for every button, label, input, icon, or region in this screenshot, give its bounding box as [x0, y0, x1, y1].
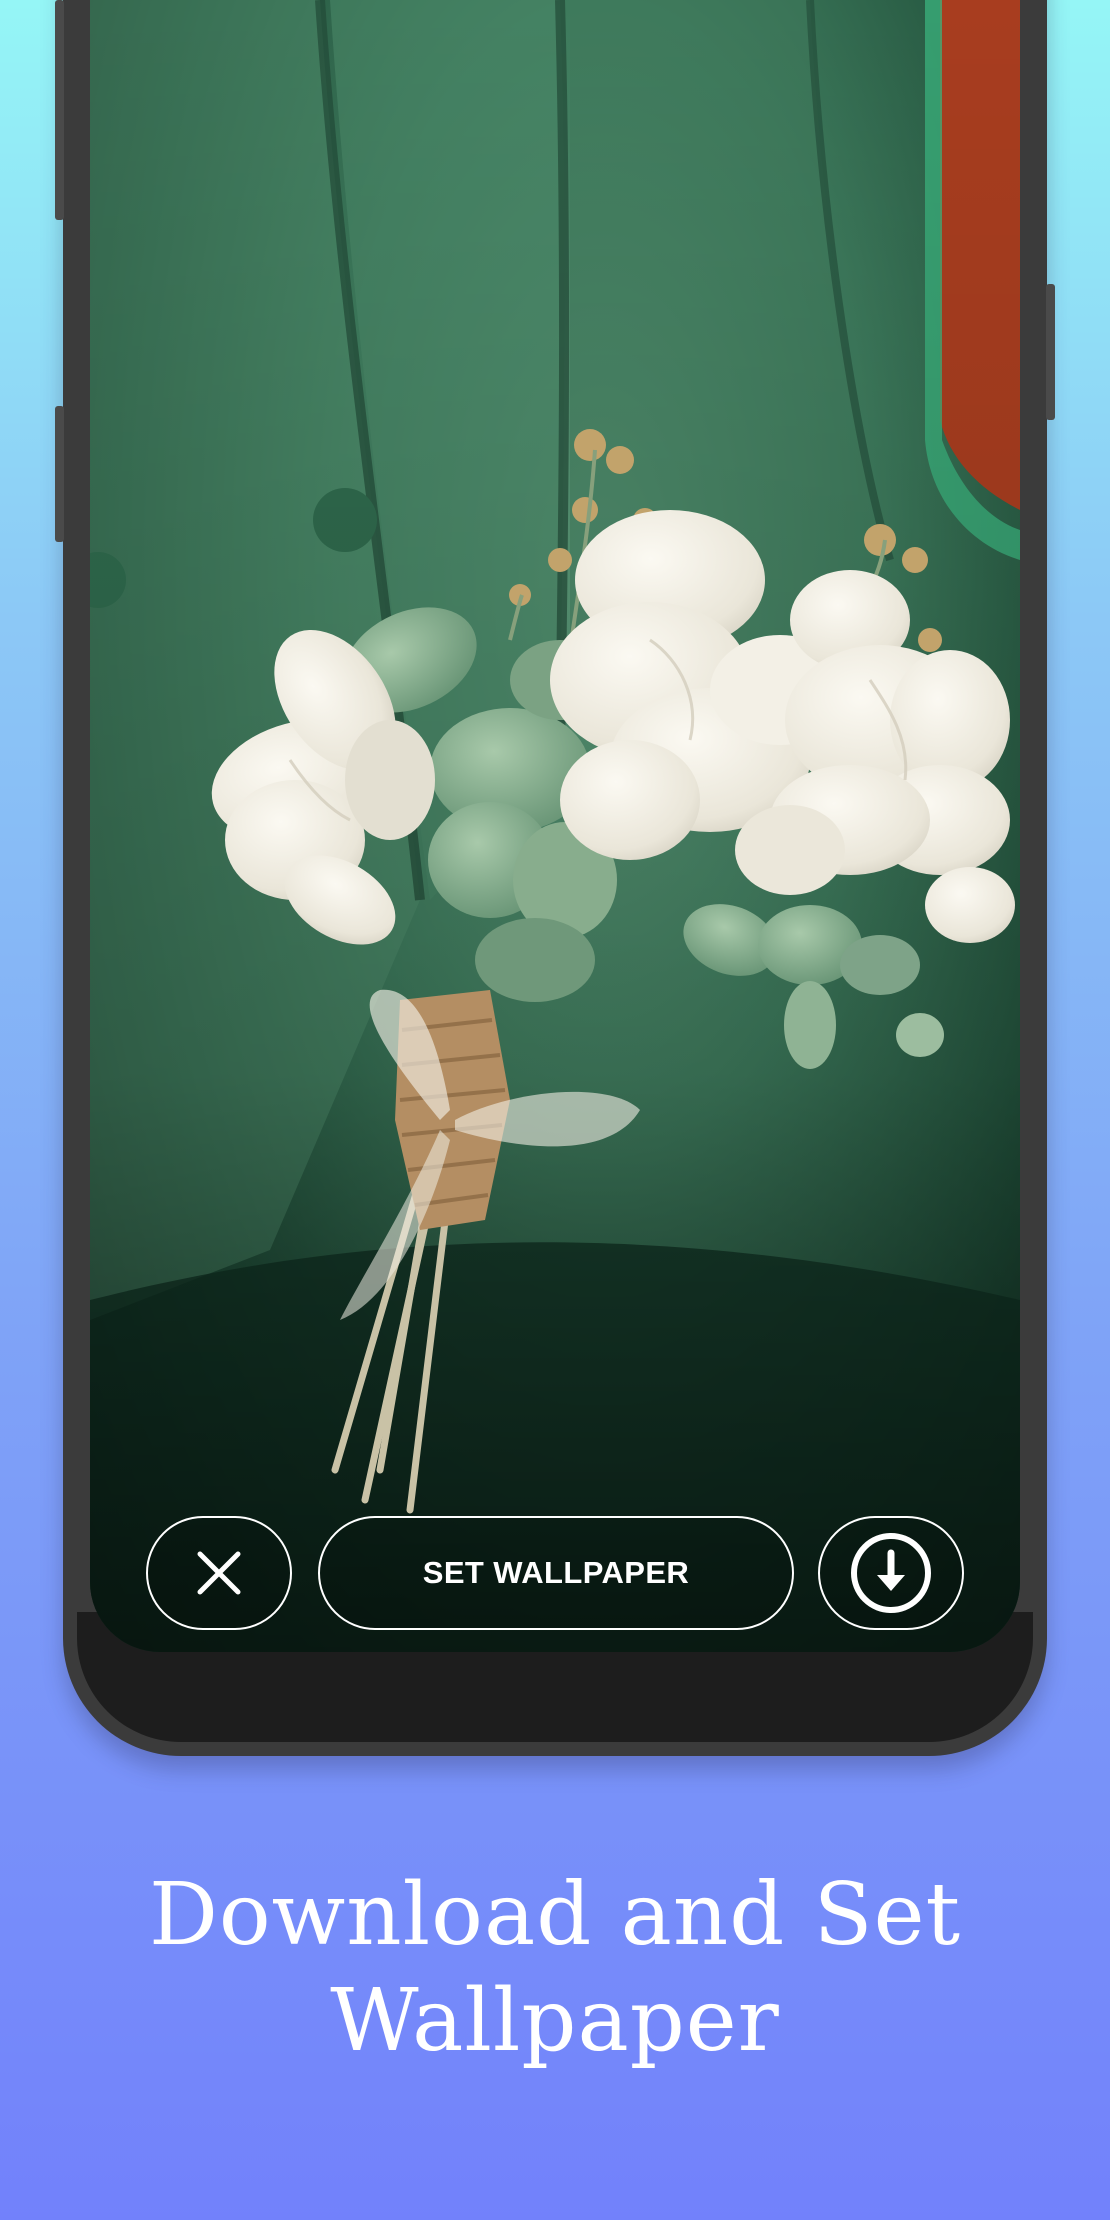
set-wallpaper-button[interactable]: SET WALLPAPER [318, 1516, 794, 1630]
promo-caption: Download and Set Wallpaper [0, 1862, 1110, 2074]
close-icon [197, 1551, 241, 1595]
caption-line-1: Download and Set [148, 1865, 962, 1965]
wallpaper-image [90, 0, 1020, 1652]
download-icon [851, 1533, 931, 1613]
caption-line-2: Wallpaper [330, 1971, 780, 2071]
set-wallpaper-label: SET WALLPAPER [422, 1555, 690, 1590]
download-button[interactable] [818, 1516, 964, 1630]
phone-side-button [1046, 284, 1055, 420]
phone-side-button [55, 0, 64, 220]
close-button[interactable] [146, 1516, 292, 1630]
wallpaper-preview-screen: SET WALLPAPER [90, 0, 1020, 1652]
phone-side-button [55, 406, 64, 542]
